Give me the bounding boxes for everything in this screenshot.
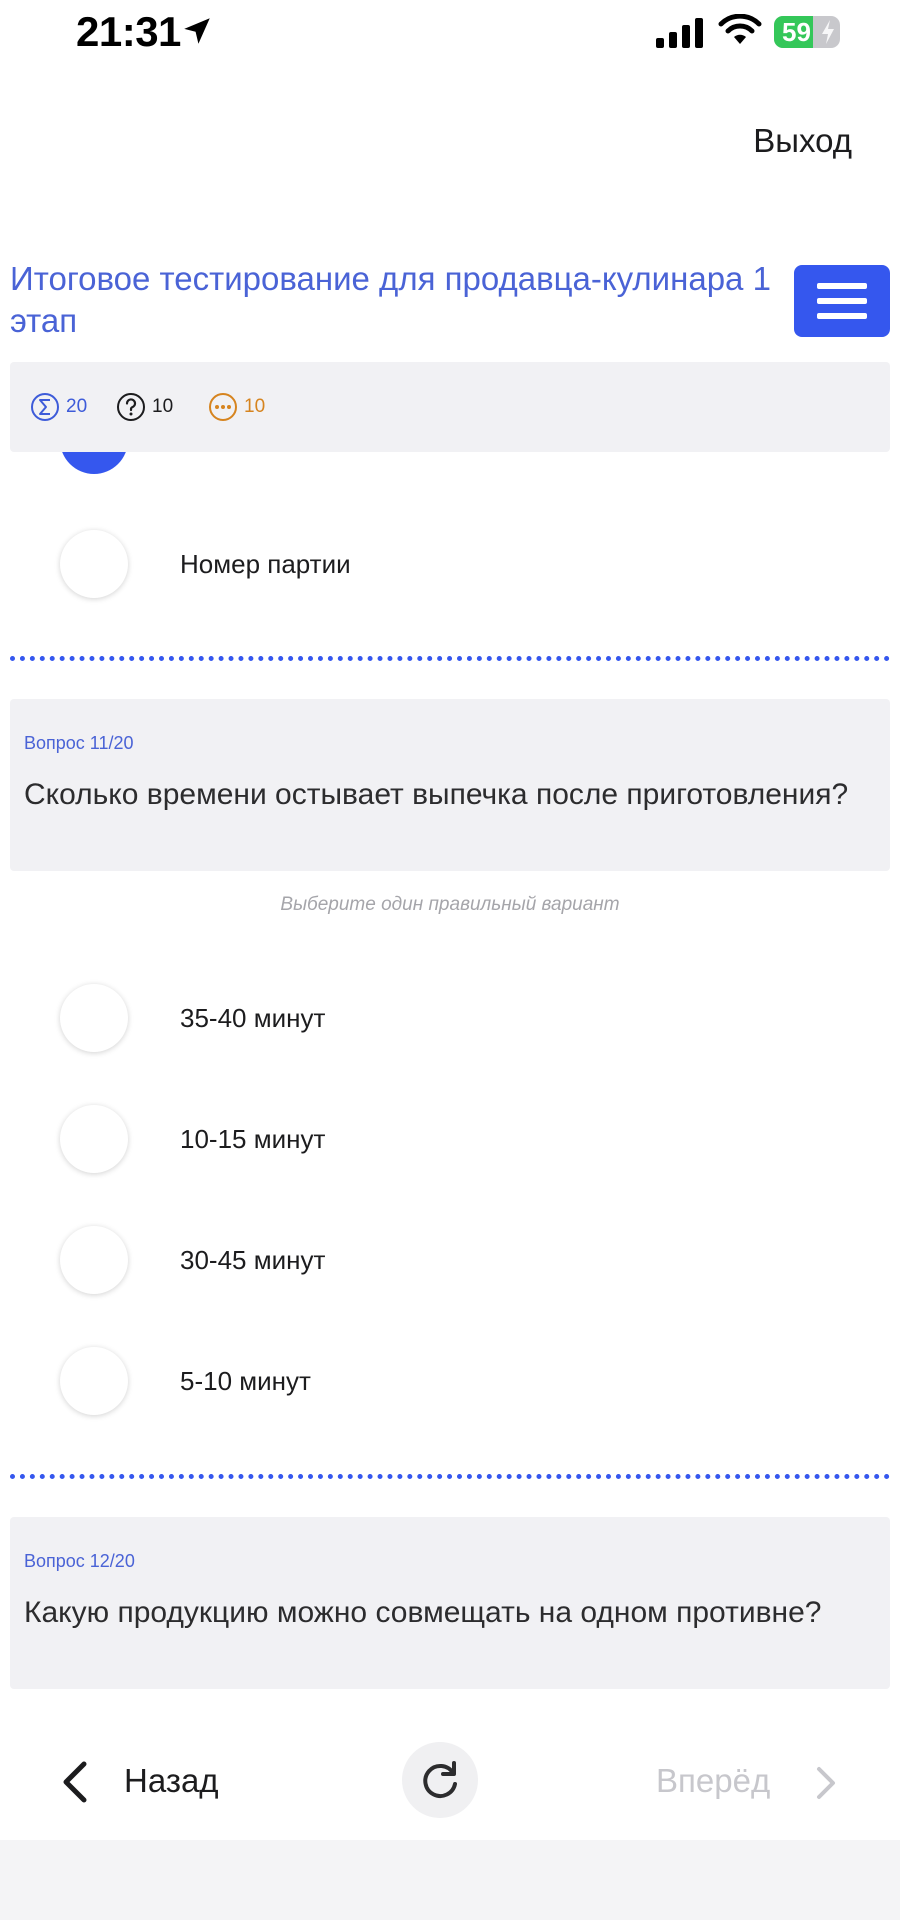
radio-option[interactable] bbox=[60, 1105, 128, 1173]
stat-total[interactable]: 20 bbox=[30, 390, 87, 424]
chevron-left-icon[interactable] bbox=[60, 1760, 90, 1804]
question-number: Вопрос 12/20 bbox=[24, 1551, 135, 1571]
option-label[interactable]: 10-15 минут bbox=[180, 1122, 325, 1156]
questions-scroll-area[interactable]: Номер партии Вопрос 11/20 Сколько времен… bbox=[0, 452, 900, 1720]
stat-skipped[interactable]: 10 bbox=[208, 390, 265, 424]
ellipsis-circle-icon bbox=[209, 393, 237, 421]
status-bar: 21:31 59 bbox=[0, 0, 900, 64]
question-divider bbox=[10, 1474, 890, 1479]
menu-button[interactable] bbox=[794, 265, 890, 337]
stats-panel: 20 10 10 bbox=[10, 362, 890, 452]
cellular-signal-icon bbox=[656, 18, 703, 48]
refresh-button[interactable] bbox=[402, 1742, 478, 1818]
radio-option[interactable] bbox=[60, 984, 128, 1052]
question-card: Вопрос 12/20 Какую продукцию можно совме… bbox=[10, 1517, 890, 1689]
hamburger-menu-icon bbox=[817, 283, 867, 289]
question-hint: Выберите один правильный вариант bbox=[280, 894, 620, 915]
question-number: Вопрос 11/20 bbox=[24, 733, 134, 753]
home-indicator-area bbox=[0, 1840, 900, 1920]
sigma-icon bbox=[31, 393, 59, 421]
battery-indicator: 59 bbox=[774, 16, 840, 48]
question-circle-icon bbox=[117, 393, 145, 421]
question-text: Сколько времени остывает выпечка после п… bbox=[24, 778, 849, 811]
stat-skipped-value: 10 bbox=[244, 396, 266, 417]
battery-charging-icon bbox=[822, 20, 834, 44]
option-label[interactable]: 30-45 минут bbox=[180, 1243, 325, 1277]
refresh-icon bbox=[423, 1761, 457, 1798]
chevron-right-icon[interactable] bbox=[814, 1766, 838, 1800]
wifi-icon bbox=[718, 14, 762, 44]
radio-option[interactable] bbox=[60, 1347, 128, 1415]
battery-percent: 59 bbox=[782, 17, 811, 47]
hamburger-menu-icon-line bbox=[817, 313, 867, 319]
radio-option[interactable] bbox=[60, 530, 128, 598]
back-button[interactable]: Назад bbox=[124, 1762, 219, 1800]
page-title: Итоговое тестирование для продавца-кулин… bbox=[10, 260, 771, 339]
option-label[interactable]: 35-40 минут bbox=[180, 1001, 325, 1035]
question-divider bbox=[10, 656, 890, 661]
radio-option-selected[interactable] bbox=[60, 452, 128, 474]
stat-total-value: 20 bbox=[66, 396, 88, 417]
forward-button[interactable]: Вперёд bbox=[656, 1762, 770, 1800]
bottom-navigation: Назад Вперёд bbox=[0, 1720, 900, 1840]
status-time: 21:31 bbox=[76, 8, 181, 55]
stat-unanswered-value: 10 bbox=[152, 396, 174, 417]
stat-unanswered[interactable]: 10 bbox=[116, 390, 173, 424]
exit-link[interactable]: Выход bbox=[753, 122, 852, 160]
radio-option[interactable] bbox=[60, 1226, 128, 1294]
question-card: Вопрос 11/20 Сколько времени остывает вы… bbox=[10, 699, 890, 871]
location-arrow-icon bbox=[184, 18, 210, 44]
option-label[interactable]: 5-10 минут bbox=[180, 1364, 311, 1398]
hamburger-menu-icon-line bbox=[817, 298, 867, 304]
question-text: Какую продукцию можно совмещать на одном… bbox=[24, 1596, 822, 1629]
option-label: Номер партии bbox=[180, 549, 351, 579]
